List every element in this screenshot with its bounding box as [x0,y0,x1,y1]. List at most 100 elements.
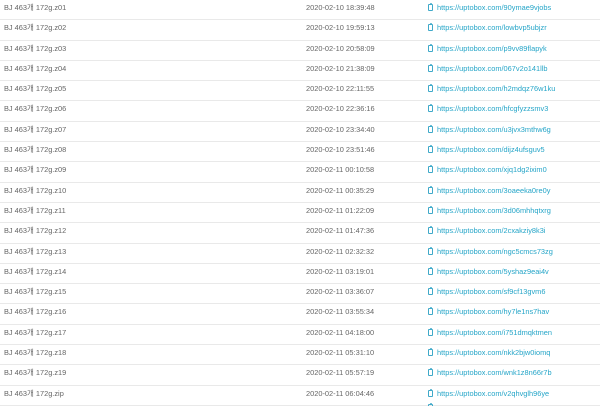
file-name: BJ 463개 172g.z13 [4,246,67,256]
download-url[interactable]: https://uptobox.com/ngc5cmcs73zg [437,242,553,261]
clipboard-icon[interactable] [428,226,433,235]
upload-date: 2020-02-11 03:36:07 [306,287,375,297]
file-name: BJ 463개 172g.z11 [4,205,66,215]
upload-date: 2020-02-11 03:19:01 [306,266,375,276]
file-name: BJ 463개 172g.z06 [4,104,67,114]
table-row: BJ 463개 172g.z11 2020-02-11 01:22:09 htt… [0,201,600,224]
file-name: BJ 463개 172g.z12 [4,226,67,236]
clipboard-icon[interactable] [428,104,433,113]
download-url[interactable]: https://uptobox.com/sf9cf13gvm6 [437,282,545,301]
download-link[interactable]: https://uptobox.com/3oaeeka0re0y [428,181,550,200]
download-link[interactable]: https://uptobox.com/i751dmqktmen [428,323,552,342]
clipboard-icon[interactable] [428,205,433,214]
clipboard-icon[interactable] [428,368,433,377]
download-link[interactable]: https://uptobox.com/p9vv89flapyk [428,39,547,58]
clipboard-icon[interactable] [428,84,433,93]
upload-date: 2020-02-11 01:47:36 [306,226,375,236]
download-url[interactable]: https://uptobox.com/067v2o141llb [437,59,548,78]
table-row: BJ 463개 172g.z02 2020-02-10 19:59:13 htt… [0,18,600,41]
clipboard-icon[interactable] [428,327,433,336]
table-row: BJ 463개 172g.z04 2020-02-10 21:38:09 htt… [0,59,600,82]
clipboard-icon[interactable] [428,145,433,154]
download-url[interactable]: https://uptobox.com/nkk2bjw0iomq [437,343,550,362]
download-link[interactable]: https://uptobox.com/sf9cf13gvm6 [428,282,545,301]
clipboard-icon[interactable] [428,348,433,357]
download-url[interactable]: https://uptobox.com/v2qhvglh96ye [437,384,549,403]
upload-date: 2020-02-11 02:32:32 [306,246,375,256]
download-url[interactable]: https://uptobox.com/3d06mhhqtxrg [437,201,551,220]
download-link[interactable]: https://uptobox.com/h2mdqz76w1ku [428,79,555,98]
file-name: BJ 463개 172g.z05 [4,84,67,94]
download-link[interactable]: https://uptobox.com/ngc5cmcs73zg [428,242,553,261]
upload-date: 2020-02-10 22:11:55 [306,84,375,94]
download-link[interactable]: https://uptobox.com/wnk1z8n66r7b [428,363,552,382]
upload-date: 2020-02-10 22:36:16 [306,104,375,114]
upload-date: 2020-02-11 04:18:00 [306,327,375,337]
table-row: BJ 463개 172g.z10 2020-02-11 00:35:29 htt… [0,183,600,203]
clipboard-icon[interactable] [428,63,433,72]
table-row: BJ 463개 172g.z14 2020-02-11 03:19:01 htt… [0,262,600,285]
clipboard-icon[interactable] [428,185,433,194]
download-url[interactable]: https://uptobox.com/5yshaz9eai4v [437,262,549,281]
clipboard-icon[interactable] [428,124,433,133]
download-link[interactable]: https://uptobox.com/hfcgfyzzsmv3 [428,99,548,118]
table-row: BJ 463개 172g.z01 2020-02-10 18:39:48 htt… [0,0,600,21]
download-link[interactable]: https://uptobox.com/xjq1dg2ixim0 [428,160,547,179]
table-row: BJ 463개 172g.z12 2020-02-11 01:47:36 htt… [0,221,600,244]
download-url[interactable]: https://uptobox.com/xjq1dg2ixim0 [437,160,547,179]
download-url[interactable]: https://uptobox.com/2cxakziy8k3i [437,221,545,240]
clipboard-icon[interactable] [428,165,433,174]
upload-date: 2020-02-10 20:58:09 [306,43,375,53]
table-row: BJ 463개 172g.z15 2020-02-11 03:36:07 htt… [0,282,600,305]
file-name: BJ 463개 172g.zip [4,388,64,398]
clipboard-icon[interactable] [428,43,433,52]
download-url[interactable]: https://uptobox.com/lowbvp5ubjzr [437,18,547,37]
download-link[interactable]: https://uptobox.com/3d06mhhqtxrg [428,201,551,220]
download-link[interactable]: https://uptobox.com/nkk2bjw0iomq [428,343,550,362]
download-url[interactable]: https://uptobox.com/i751dmqktmen [437,323,552,342]
download-link[interactable]: https://uptobox.com/lowbvp5ubjzr [428,18,547,37]
upload-date: 2020-02-11 03:55:34 [306,307,375,317]
download-url[interactable]: https://uptobox.com/p9vv89flapyk [437,39,547,58]
download-url[interactable]: https://uptobox.com/h2mdqz76w1ku [437,79,555,98]
clipboard-icon[interactable] [428,23,433,32]
file-name: BJ 463개 172g.z17 [4,327,67,337]
file-name: BJ 463개 172g.z10 [4,185,67,195]
download-url[interactable]: https://uptobox.com/hy7le1ns7hav [437,302,549,321]
clipboard-icon[interactable] [428,3,433,11]
upload-date: 2020-02-10 23:34:40 [306,124,375,134]
download-link[interactable]: https://uptobox.com/5yshaz9eai4v [428,262,549,281]
table-row: BJ 463개 172g.zip 2020-02-11 06:04:46 htt… [0,386,600,406]
download-link[interactable]: https://uptobox.com/dijz4ufsguv5 [428,140,545,159]
download-url[interactable]: https://uptobox.com/hfcgfyzzsmv3 [437,99,548,118]
download-link[interactable]: https://uptobox.com/u3jvx3mthw6g [428,120,551,139]
file-name: BJ 463개 172g.z09 [4,165,67,175]
download-link[interactable]: https://uptobox.com/067v2o141llb [428,59,548,78]
file-name: BJ 463개 172g.z16 [4,307,67,317]
download-link[interactable]: https://uptobox.com/90ymae9vjobs [428,0,551,17]
download-url[interactable]: https://uptobox.com/90ymae9vjobs [437,0,551,17]
table-row: BJ 463개 172g.z16 2020-02-11 03:55:34 htt… [0,302,600,325]
table-row: BJ 463개 172g.z06 2020-02-10 22:36:16 htt… [0,99,600,122]
file-name: BJ 463개 172g.z02 [4,23,67,33]
download-link[interactable]: https://uptobox.com/v2qhvglh96ye [428,384,549,403]
clipboard-icon[interactable] [428,266,433,275]
clipboard-icon[interactable] [428,246,433,255]
download-url[interactable]: https://uptobox.com/dijz4ufsguv5 [437,140,545,159]
file-name: BJ 463개 172g.z18 [4,348,67,358]
clipboard-icon[interactable] [428,388,433,397]
download-link[interactable]: https://uptobox.com/hy7le1ns7hav [428,302,549,321]
table-row: BJ 463개 172g.z09 2020-02-11 00:10:58 htt… [0,160,600,183]
file-name: BJ 463개 172g.z15 [4,287,67,297]
upload-date: 2020-02-11 00:35:29 [306,185,375,195]
download-link[interactable]: https://uptobox.com/2cxakziy8k3i [428,221,545,240]
clipboard-icon[interactable] [428,287,433,296]
download-url[interactable]: https://uptobox.com/u3jvx3mthw6g [437,120,551,139]
download-url[interactable]: https://uptobox.com/3oaeeka0re0y [437,181,550,200]
upload-date: 2020-02-11 05:31:10 [306,348,375,358]
clipboard-icon[interactable] [428,307,433,316]
file-name: BJ 463개 172g.z08 [4,145,67,155]
upload-date: 2020-02-11 06:04:46 [306,388,375,398]
upload-date: 2020-02-10 21:38:09 [306,63,375,73]
download-url[interactable]: https://uptobox.com/wnk1z8n66r7b [437,363,552,382]
